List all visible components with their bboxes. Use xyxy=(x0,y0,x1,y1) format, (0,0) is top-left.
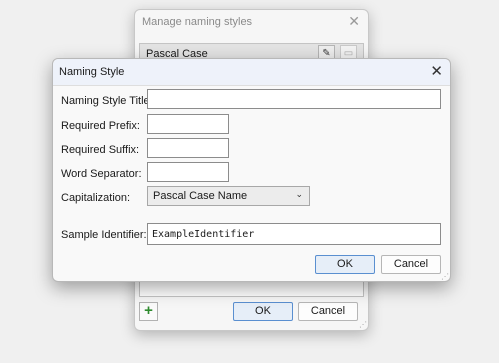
capitalization-selected-value: Pascal Case Name xyxy=(153,190,248,202)
ok-button[interactable]: OK xyxy=(315,255,375,274)
close-icon[interactable]: ✕ xyxy=(430,62,443,80)
word-separator-label: Word Separator: xyxy=(61,168,142,180)
dialog-title: Naming Style xyxy=(59,66,125,78)
dialog-title: Manage naming styles xyxy=(142,16,253,28)
naming-style-title-input[interactable] xyxy=(147,89,441,109)
required-suffix-input[interactable] xyxy=(147,138,229,158)
chevron-down-icon: ⌄ xyxy=(295,189,303,199)
capitalization-label: Capitalization: xyxy=(61,192,131,204)
cancel-button[interactable]: Cancel xyxy=(381,255,441,274)
required-prefix-label: Required Prefix: xyxy=(61,120,140,132)
resize-grip-icon[interactable]: ⋰ xyxy=(359,320,367,329)
naming-style-dialog: Naming Style ✕ Naming Style Title: Requi… xyxy=(52,58,451,282)
required-prefix-input[interactable] xyxy=(147,114,229,134)
capitalization-select[interactable]: Pascal Case Name ⌄ xyxy=(147,186,310,206)
title-bar: Manage naming styles ✕ xyxy=(135,10,368,34)
ok-button[interactable]: OK xyxy=(233,302,293,321)
sample-identifier-field[interactable] xyxy=(147,223,441,245)
word-separator-input[interactable] xyxy=(147,162,229,182)
plus-icon[interactable]: + xyxy=(139,302,158,321)
close-icon[interactable]: ✕ xyxy=(348,13,360,30)
required-suffix-label: Required Suffix: xyxy=(61,144,140,156)
resize-grip-icon[interactable]: ⋰ xyxy=(441,272,449,281)
title-bar: Naming Style ✕ xyxy=(53,59,450,86)
cancel-button[interactable]: Cancel xyxy=(298,302,358,321)
sample-identifier-label: Sample Identifier: xyxy=(61,229,147,241)
naming-style-title-label: Naming Style Title: xyxy=(61,95,153,107)
